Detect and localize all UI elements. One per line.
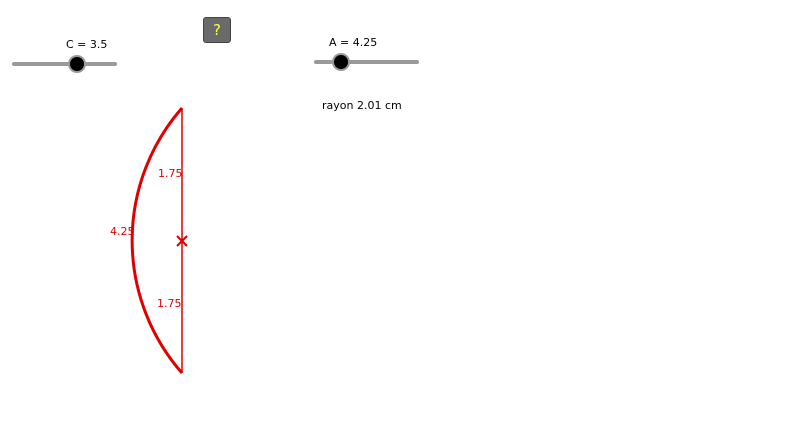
- arc-length-label: 4.25: [110, 225, 135, 238]
- geometry-canvas: 1.75 1.75 4.25: [110, 107, 188, 374]
- arc: [130, 107, 184, 374]
- top-segment-label: 1.75: [158, 167, 183, 180]
- bottom-segment-label: 1.75: [157, 297, 182, 310]
